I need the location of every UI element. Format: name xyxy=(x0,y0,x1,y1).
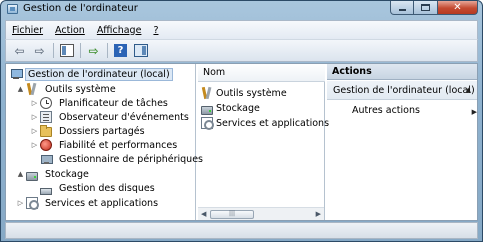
tree-item-system-tools[interactable]: ▲ Outils système xyxy=(16,82,120,96)
actions-section-computer-management[interactable]: Gestion de l'ordinateur (local) ▲ xyxy=(327,81,477,100)
minimize-button[interactable] xyxy=(390,1,414,15)
expand-icon[interactable]: ▷ xyxy=(30,113,39,121)
tree-item-label: Services et applications xyxy=(45,197,159,209)
expand-icon[interactable]: ▷ xyxy=(30,141,39,149)
collapse-section-icon[interactable]: ▲ xyxy=(466,81,471,100)
computer-management-icon xyxy=(7,4,18,14)
expand-icon[interactable]: ▷ xyxy=(30,99,39,107)
help-icon: ? xyxy=(114,44,127,57)
storage-icon xyxy=(201,105,213,115)
window-title: Gestion de l'ordinateur xyxy=(23,3,138,14)
results-list: Nom Outils système Stockage Services et … xyxy=(198,64,329,220)
close-icon: ✕ xyxy=(453,2,462,13)
actions-header: Actions xyxy=(327,64,477,80)
services-icon xyxy=(201,117,214,130)
forward-arrow-icon: ⇨ xyxy=(34,43,45,58)
tree-item-device-manager[interactable]: Gestionnaire de périphériques xyxy=(39,152,207,166)
caption-buttons: ✕ xyxy=(390,1,478,16)
tree-item-computer-management[interactable]: Gestion de l'ordinateur (local) xyxy=(9,67,173,81)
list-item[interactable]: Stockage xyxy=(200,101,260,115)
tree-item-label: Gestion des disques xyxy=(59,182,155,194)
help-button[interactable]: ? xyxy=(112,43,129,59)
scroll-right-icon[interactable]: ▶ xyxy=(316,210,321,218)
app-window: Gestion de l'ordinateur ✕ Fichier Action… xyxy=(0,0,483,242)
title-bar[interactable]: Gestion de l'ordinateur ✕ xyxy=(1,1,482,18)
tree-item-storage[interactable]: ▲ Stockage xyxy=(16,167,93,181)
status-bar xyxy=(5,222,478,239)
tree-item-reliability-performance[interactable]: ▷ Fiabilité et performances xyxy=(30,138,181,152)
horizontal-scrollbar[interactable]: ◀ ||| ▶ xyxy=(198,207,324,220)
forward-button[interactable]: ⇨ xyxy=(31,43,48,59)
tree-item-label: Observateur d'événements xyxy=(59,111,189,123)
clock-icon xyxy=(40,97,52,109)
menu-action[interactable]: Action xyxy=(55,25,85,36)
scrollbar-thumb[interactable]: ||| xyxy=(210,210,254,219)
submenu-arrow-icon: ▶ xyxy=(471,108,477,116)
actions-pane: Actions Gestion de l'ordinateur (local) … xyxy=(327,64,477,220)
tree-item-label: Gestion de l'ordinateur (local) xyxy=(25,67,173,81)
event-viewer-icon xyxy=(40,111,52,123)
main-content: Gestion de l'ordinateur (local) ▲ Outils… xyxy=(5,63,478,221)
toolbar-separator xyxy=(107,43,108,58)
tree-item-label: Gestionnaire de périphériques xyxy=(59,153,203,165)
maximize-button[interactable] xyxy=(414,1,438,15)
back-button[interactable]: ⇦ xyxy=(11,43,28,59)
services-icon xyxy=(26,197,39,210)
tree-item-label: Stockage xyxy=(45,168,89,180)
tree-item-event-viewer[interactable]: ▷ Observateur d'événements xyxy=(30,110,193,124)
tools-icon xyxy=(201,87,213,99)
console-tree: Gestion de l'ordinateur (local) ▲ Outils… xyxy=(6,64,203,220)
toolbar-separator xyxy=(80,43,81,58)
console-tree-icon xyxy=(59,44,74,57)
list-item[interactable]: Services et applications xyxy=(200,116,329,130)
minimize-icon xyxy=(399,9,406,11)
storage-icon xyxy=(26,171,38,181)
menu-bar: Fichier Action Affichage ? xyxy=(5,20,478,39)
tree-item-label: Outils système xyxy=(45,83,116,95)
folder-icon xyxy=(40,125,52,137)
export-list-button[interactable]: ⇨ xyxy=(85,43,102,59)
disk-icon xyxy=(40,187,52,195)
show-hide-tree-button[interactable] xyxy=(58,43,75,59)
tree-item-label: Fiabilité et performances xyxy=(59,139,178,151)
tree-item-disk-management[interactable]: Gestion des disques xyxy=(39,181,159,195)
expand-icon[interactable]: ▷ xyxy=(30,127,39,135)
tools-icon xyxy=(26,83,38,95)
toolbar: ⇦ ⇨ ⇨ ? xyxy=(5,39,478,62)
computer-icon xyxy=(10,68,23,80)
actions-section-label: Gestion de l'ordinateur (local) xyxy=(333,85,475,96)
list-item-label: Stockage xyxy=(216,102,260,114)
tree-item-label: Planificateur de tâches xyxy=(59,97,168,109)
list-item-label: Services et applications xyxy=(216,117,330,129)
tree-item-task-scheduler[interactable]: ▷ Planificateur de tâches xyxy=(30,96,172,110)
more-actions-label: Autres actions xyxy=(352,105,420,116)
collapse-icon[interactable]: ▲ xyxy=(16,170,25,178)
maximize-icon xyxy=(421,4,430,11)
more-actions-item[interactable]: Autres actions ▶ xyxy=(352,105,477,117)
export-list-icon: ⇨ xyxy=(88,43,99,58)
show-action-pane-button[interactable] xyxy=(132,43,149,59)
tree-item-services-applications[interactable]: ▷ Services et applications xyxy=(16,196,162,210)
menu-view[interactable]: Affichage xyxy=(97,25,142,36)
back-arrow-icon: ⇦ xyxy=(14,43,25,58)
close-button[interactable]: ✕ xyxy=(438,1,478,15)
menu-file[interactable]: Fichier xyxy=(12,25,43,36)
tree-item-label: Dossiers partagés xyxy=(59,125,145,137)
action-pane-icon xyxy=(133,44,148,57)
list-item-label: Outils système xyxy=(216,87,287,99)
menu-help[interactable]: ? xyxy=(153,25,158,36)
tree-item-shared-folders[interactable]: ▷ Dossiers partagés xyxy=(30,124,149,138)
list-item[interactable]: Outils système xyxy=(200,86,287,100)
toolbar-separator xyxy=(53,43,54,58)
scroll-left-icon[interactable]: ◀ xyxy=(201,210,206,218)
performance-icon xyxy=(40,139,52,151)
column-header-name[interactable]: Nom xyxy=(198,64,325,82)
expand-icon[interactable]: ▷ xyxy=(16,199,25,207)
devices-icon xyxy=(40,153,53,165)
collapse-icon[interactable]: ▲ xyxy=(16,85,25,93)
